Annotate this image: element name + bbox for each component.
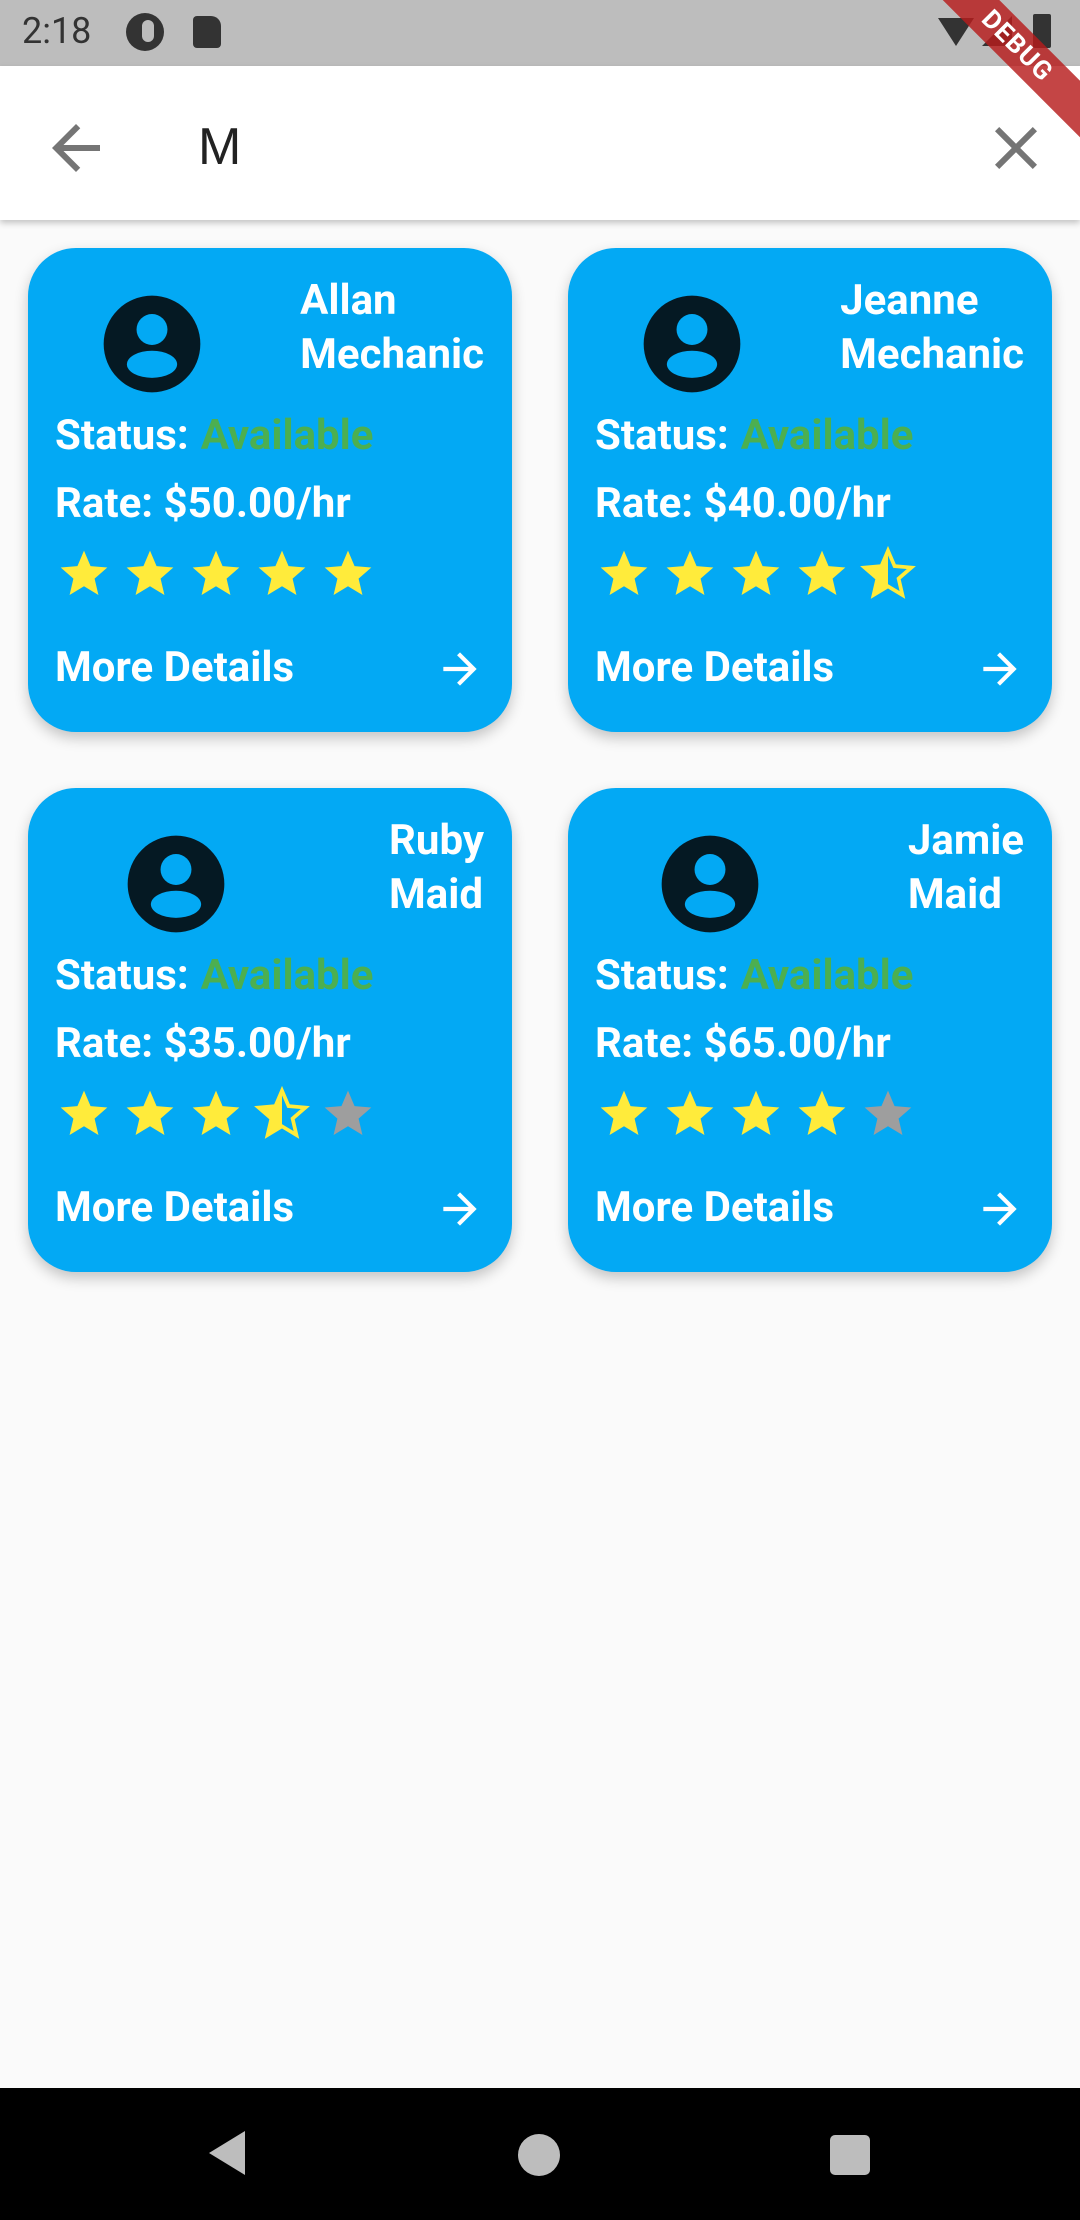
account-circle-icon: [643, 295, 741, 393]
star-filled-icon: [600, 1090, 648, 1135]
status-line: Status: Available: [595, 948, 913, 1004]
status-value: Available: [200, 411, 374, 460]
system-navigation-bar: [0, 2088, 1080, 2220]
more-details-button[interactable]: More Details: [55, 1178, 485, 1238]
nav-home-button[interactable]: [518, 2134, 560, 2176]
back-button[interactable]: [40, 112, 112, 184]
worker-role: Mechanic: [840, 330, 1024, 379]
nav-back-button[interactable]: [205, 2128, 249, 2178]
status-label: Status:: [55, 411, 189, 460]
star-filled-icon: [666, 1090, 714, 1135]
nav-recents-button[interactable]: [830, 2135, 870, 2175]
status-time: 2:18: [22, 10, 92, 52]
star-rating: [596, 1086, 916, 1150]
status-value: Available: [200, 951, 374, 1000]
more-details-button[interactable]: More Details: [55, 638, 485, 698]
status-line: Status: Available: [55, 948, 373, 1004]
arrow-forward-icon: [983, 1192, 1017, 1226]
more-details-button[interactable]: More Details: [595, 1178, 1025, 1238]
status-label: Status:: [55, 951, 189, 1000]
star-empty-icon: [324, 1090, 372, 1135]
status-bar: 2:18: [0, 0, 1080, 66]
star-filled-icon: [192, 1090, 240, 1135]
account-circle-icon: [661, 835, 759, 933]
star-filled-icon: [798, 550, 846, 595]
worker-card[interactable]: Ruby Maid Status: Available Rate: $35.00/…: [28, 788, 512, 1272]
search-app-bar: [0, 66, 1080, 220]
account-circle-icon: [103, 295, 201, 393]
status-label: Status:: [595, 411, 729, 460]
more-details-label: More Details: [595, 1183, 835, 1232]
star-filled-icon: [666, 550, 714, 595]
star-filled-icon: [732, 1090, 780, 1135]
clear-search-button[interactable]: [980, 112, 1052, 184]
star-filled-icon: [258, 550, 306, 595]
worker-name: Allan Mechanic: [300, 274, 484, 382]
star-filled-icon: [798, 1090, 846, 1135]
star-rating: [596, 546, 916, 610]
close-icon: [995, 127, 1037, 169]
arrow-forward-icon: [443, 652, 477, 686]
worker-role: Maid: [389, 870, 484, 919]
worker-name: Jamie Maid: [908, 814, 1024, 922]
app-notification-icon: [126, 13, 164, 51]
arrow-back-icon: [52, 124, 100, 172]
star-rating: [56, 546, 376, 610]
star-filled-icon: [126, 1090, 174, 1135]
worker-card[interactable]: Jeanne Mechanic Status: Available Rate: $…: [568, 248, 1052, 732]
worker-first-name: Allan: [300, 276, 397, 325]
more-details-button[interactable]: More Details: [595, 638, 1025, 698]
worker-card[interactable]: Allan Mechanic Status: Available Rate: $5…: [28, 248, 512, 732]
star-filled-icon: [600, 550, 648, 595]
rate-text: Rate: $50.00/hr: [55, 479, 351, 528]
worker-first-name: Jamie: [907, 816, 1024, 865]
rate-text: Rate: $40.00/hr: [595, 479, 891, 528]
more-details-label: More Details: [595, 643, 835, 692]
worker-first-name: Ruby: [389, 816, 484, 865]
star-filled-icon: [192, 550, 240, 595]
status-value: Available: [740, 411, 914, 460]
star-filled-icon: [324, 550, 372, 595]
worker-name: Jeanne Mechanic: [840, 274, 1024, 382]
status-line: Status: Available: [595, 408, 913, 464]
more-details-label: More Details: [55, 1183, 295, 1232]
star-empty-icon: [864, 1090, 912, 1135]
status-value: Available: [740, 951, 914, 1000]
star-filled-icon: [732, 550, 780, 595]
rate-text: Rate: $65.00/hr: [595, 1019, 891, 1068]
star-filled-icon: [60, 1090, 108, 1135]
account-circle-icon: [127, 835, 225, 933]
star-half-icon: [860, 546, 916, 599]
star-filled-icon: [126, 550, 174, 595]
sd-card-icon: [193, 16, 221, 48]
worker-role: Mechanic: [300, 330, 484, 379]
worker-role: Maid: [907, 870, 1002, 919]
status-line: Status: Available: [55, 408, 373, 464]
search-input[interactable]: [196, 106, 960, 188]
worker-card[interactable]: Jamie Maid Status: Available Rate: $65.00…: [568, 788, 1052, 1272]
status-label: Status:: [595, 951, 729, 1000]
arrow-forward-icon: [983, 652, 1017, 686]
star-filled-icon: [60, 550, 108, 595]
worker-name: Ruby Maid: [389, 814, 484, 922]
worker-first-name: Jeanne: [840, 276, 979, 325]
more-details-label: More Details: [55, 643, 295, 692]
arrow-forward-icon: [443, 1192, 477, 1226]
star-half-icon: [254, 1086, 310, 1139]
rate-text: Rate: $35.00/hr: [55, 1019, 351, 1068]
star-rating: [56, 1086, 376, 1150]
